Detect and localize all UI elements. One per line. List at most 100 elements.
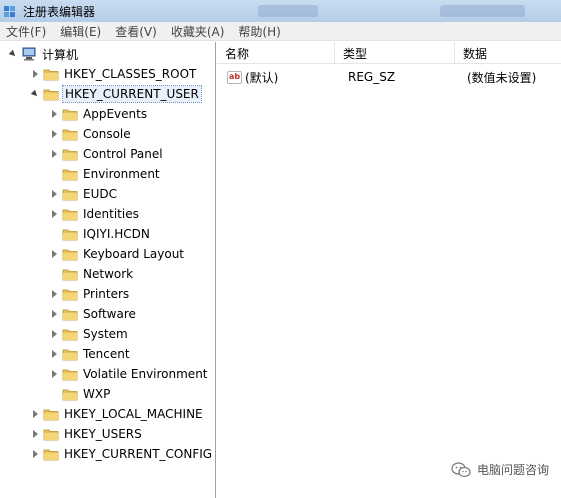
list-header: 名称 类型 数据 [217,42,561,64]
folder-icon [62,287,78,301]
tree-item-system[interactable]: System [49,324,130,344]
folder-icon [62,207,78,221]
tree-label: HKEY_CURRENT_USER [62,85,202,103]
watermark: 电脑问题咨询 [451,461,549,478]
tree-item-appevents[interactable]: AppEvents [49,104,149,124]
folder-icon [62,227,78,241]
tree-item-volatile-environment[interactable]: Volatile Environment [49,364,210,384]
folder-icon [62,167,78,181]
expand-icon[interactable] [49,289,59,299]
blurred-region [440,5,525,17]
folder-icon [43,447,59,461]
tree-root-computer[interactable]: 计算机 [8,44,80,64]
menu-view[interactable]: 查看(V) [115,23,157,40]
title-bar: 注册表编辑器 [0,0,561,22]
folder-icon [62,327,78,341]
tree-label: Printers [83,287,130,301]
expand-icon[interactable] [30,69,40,79]
menu-favorites[interactable]: 收藏夹(A) [171,23,225,40]
value-type: REG_SZ [348,70,396,84]
expand-icon[interactable] [49,129,59,139]
regedit-icon [3,4,18,19]
wechat-icon [451,461,471,478]
tree-item-network[interactable]: Network [49,264,135,284]
tree-item-keyboard-layout[interactable]: Keyboard Layout [49,244,186,264]
tree-label: Control Panel [83,147,163,161]
value-name: (默认) [245,70,279,85]
tree-item-hkey-classes-root[interactable]: HKEY_CLASSES_ROOT [30,64,198,84]
tree-item-wxp[interactable]: WXP [49,384,112,404]
folder-icon [62,367,78,381]
tree-item-environment[interactable]: Environment [49,164,162,184]
expand-icon[interactable] [49,109,59,119]
window-title: 注册表编辑器 [23,4,96,19]
collapse-icon[interactable] [30,89,40,99]
tree-label: Software [83,307,136,321]
tree-item-hkey-users[interactable]: HKEY_USERS [30,424,144,444]
tree-label: HKEY_LOCAL_MACHINE [64,407,203,421]
expand-icon[interactable] [49,189,59,199]
tree-label: IQIYI.HCDN [83,227,150,241]
column-header-data[interactable]: 数据 [455,42,561,64]
tree-label: HKEY_CURRENT_CONFIG [64,447,213,461]
menu-edit[interactable]: 编辑(E) [60,23,101,40]
tree-item-identities[interactable]: Identities [49,204,141,224]
tree-item-hkey-current-user[interactable]: HKEY_CURRENT_USER [30,84,202,104]
expand-icon[interactable] [49,149,59,159]
registry-tree[interactable]: 计算机 HKEY_CLASSES_ROOT HKEY_CURRENT_USER … [0,42,216,498]
folder-icon [62,387,78,401]
folder-icon [43,67,59,81]
tree-label: Tencent [83,347,130,361]
tree-label: Identities [83,207,139,221]
tree-item-hkey-local-machine[interactable]: HKEY_LOCAL_MACHINE [30,404,205,424]
collapse-icon[interactable] [8,49,18,59]
tree-item-control-panel[interactable]: Control Panel [49,144,165,164]
tree-item-hkey-current-config[interactable]: HKEY_CURRENT_CONFIG [30,444,214,464]
no-expander [49,169,59,179]
expand-icon[interactable] [49,369,59,379]
list-row[interactable]: ab (默认) REG_SZ (数值未设置) [217,67,561,87]
tree-label: Volatile Environment [83,367,208,381]
expand-icon[interactable] [49,209,59,219]
tree-label: EUDC [83,187,117,201]
folder-icon [62,187,78,201]
value-name-cell: ab (默认) [217,69,335,86]
tree-item-console[interactable]: Console [49,124,133,144]
watermark-text: 电脑问题咨询 [476,463,549,477]
folder-icon [62,107,78,121]
folder-icon [62,247,78,261]
column-header-type[interactable]: 类型 [335,42,455,64]
expand-icon[interactable] [30,449,40,459]
folder-icon [43,87,59,101]
expand-icon[interactable] [30,429,40,439]
tree-label: Environment [83,167,160,181]
tree-label: HKEY_CLASSES_ROOT [64,67,197,81]
tree-label: HKEY_USERS [64,427,142,441]
folder-icon [43,427,59,441]
computer-icon [21,47,37,61]
tree-item-printers[interactable]: Printers [49,284,131,304]
folder-icon [43,407,59,421]
no-expander [49,229,59,239]
tree-item-tencent[interactable]: Tencent [49,344,132,364]
folder-icon [62,267,78,281]
column-header-name[interactable]: 名称 [217,42,335,64]
expand-icon[interactable] [49,349,59,359]
expand-icon[interactable] [49,249,59,259]
expand-icon[interactable] [49,309,59,319]
menu-file[interactable]: 文件(F) [6,23,46,40]
tree-item-iqiyi-hcdn[interactable]: IQIYI.HCDN [49,224,152,244]
tree-label: 计算机 [42,47,79,62]
folder-icon [62,347,78,361]
no-expander [49,389,59,399]
expand-icon[interactable] [49,329,59,339]
tree-item-software[interactable]: Software [49,304,138,324]
blurred-region [258,5,318,17]
values-list[interactable]: 名称 类型 数据 ab (默认) REG_SZ (数值未设置) [217,42,561,498]
tree-label: WXP [83,387,111,401]
folder-icon [62,147,78,161]
menu-help[interactable]: 帮助(H) [238,23,280,40]
tree-label: AppEvents [83,107,148,121]
expand-icon[interactable] [30,409,40,419]
tree-item-eudc[interactable]: EUDC [49,184,119,204]
